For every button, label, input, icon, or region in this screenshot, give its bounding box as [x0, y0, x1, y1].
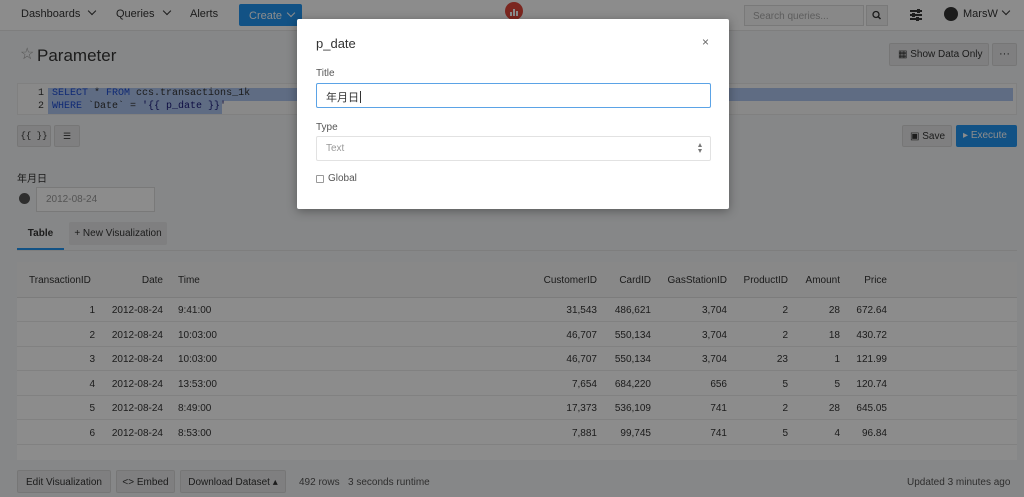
global-checkbox[interactable]	[316, 175, 324, 183]
type-field-label: Type	[316, 122, 338, 133]
select-arrows-icon	[698, 143, 703, 154]
parameter-settings-dialog: p_date × Title 年月日 Type Text Global	[297, 19, 729, 209]
close-icon[interactable]: ×	[702, 35, 709, 49]
title-field-label: Title	[316, 68, 335, 79]
type-select[interactable]: Text	[316, 136, 711, 161]
title-input-value: 年月日	[326, 92, 359, 104]
global-checkbox-label[interactable]: Global	[328, 173, 357, 184]
title-input[interactable]: 年月日	[316, 83, 711, 108]
dialog-title: p_date	[316, 36, 356, 51]
type-select-value: Text	[326, 143, 345, 154]
text-caret	[360, 91, 361, 103]
